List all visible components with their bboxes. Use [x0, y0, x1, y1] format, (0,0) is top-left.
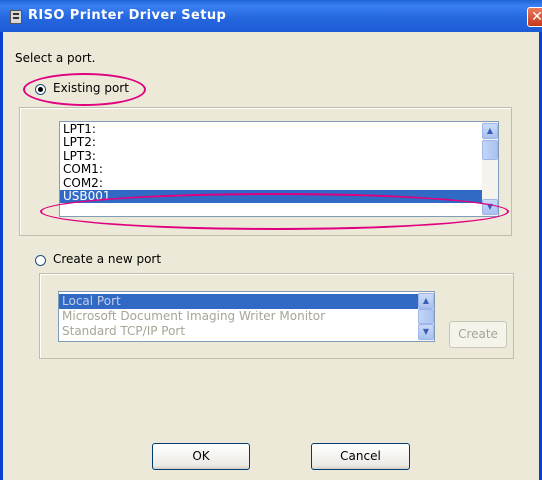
ok-button[interactable]: OK: [152, 443, 250, 470]
highlight-ellipse-usb001: [40, 193, 509, 230]
printer-icon: [10, 10, 22, 24]
list-item[interactable]: LPT3:: [60, 149, 498, 163]
window-frame-left: [0, 32, 3, 480]
list-item-selected[interactable]: Local Port: [59, 294, 434, 309]
new-port-radio[interactable]: [35, 255, 46, 266]
scroll-up-icon[interactable]: ▲: [418, 293, 434, 309]
highlight-ellipse-existing-port: [23, 73, 146, 106]
new-port-list[interactable]: Local Port Microsoft Document Imaging Wr…: [58, 291, 435, 342]
list-item[interactable]: Microsoft Document Imaging Writer Monito…: [59, 309, 434, 324]
scroll-thumb[interactable]: [418, 309, 434, 324]
new-port-label[interactable]: Create a new port: [53, 252, 161, 266]
scroll-thumb[interactable]: [482, 140, 498, 160]
close-icon[interactable]: ✕: [527, 7, 542, 27]
list-item[interactable]: Standard TCP/IP Port: [59, 324, 434, 339]
list-item[interactable]: LPT2:: [60, 136, 498, 149]
scroll-down-icon[interactable]: ▼: [418, 324, 434, 340]
create-button[interactable]: Create: [449, 321, 507, 348]
existing-port-scrollbar[interactable]: ▲ ▼: [482, 122, 498, 216]
list-item[interactable]: COM2:: [60, 176, 498, 190]
list-item[interactable]: LPT1:: [60, 122, 498, 136]
title-bar[interactable]: RISO Printer Driver Setup ✕: [0, 0, 542, 32]
new-port-scrollbar[interactable]: ▲ ▼: [418, 292, 434, 341]
window-title: RISO Printer Driver Setup: [28, 8, 227, 23]
scroll-up-icon[interactable]: ▲: [482, 123, 498, 139]
list-item[interactable]: COM1:: [60, 162, 498, 176]
cancel-button[interactable]: Cancel: [311, 443, 410, 470]
select-port-prompt: Select a port.: [15, 51, 96, 65]
